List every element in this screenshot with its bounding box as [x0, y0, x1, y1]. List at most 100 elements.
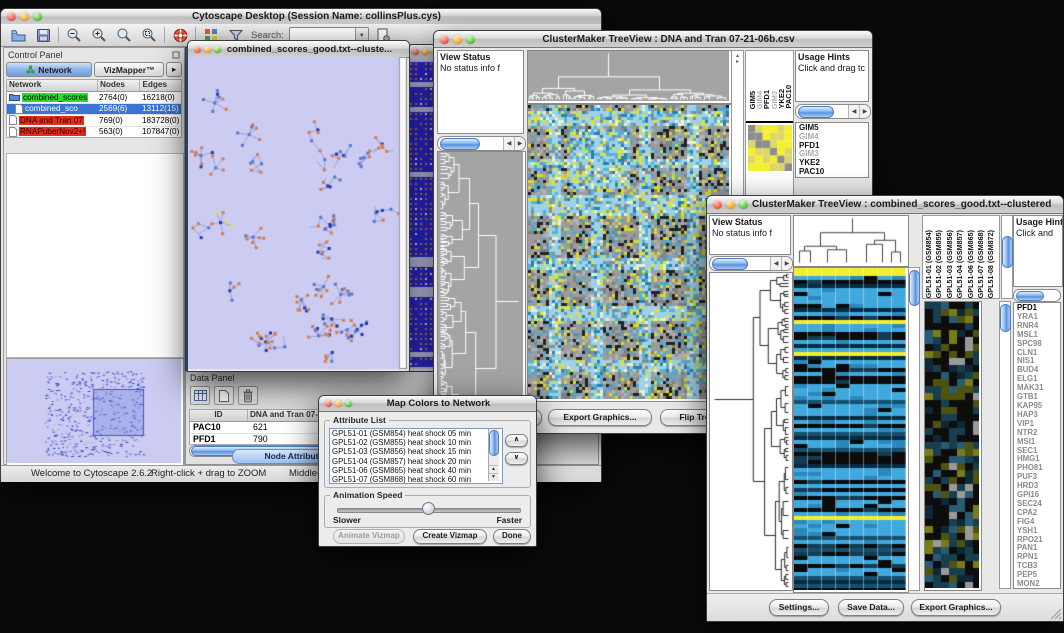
close-icon[interactable] [440, 35, 449, 44]
minimize-icon[interactable] [20, 12, 29, 21]
heatmap-canvas[interactable] [528, 105, 729, 399]
scroll-left-icon[interactable]: ◀ [770, 257, 781, 270]
treeview1-titlebar[interactable]: ClusterMaker TreeView : DNA and Tran 07-… [434, 31, 872, 48]
attribute-item[interactable]: GPL51-01 (GSM854) heat shock 05 min [332, 429, 502, 438]
treeview1-gene-dendrogram[interactable] [437, 151, 526, 429]
zoom-out-icon[interactable] [64, 26, 84, 45]
birdseye-view[interactable] [6, 358, 184, 466]
scroll-down-icon[interactable]: ▼ [489, 473, 498, 481]
scrollbar-thumb[interactable] [909, 270, 920, 306]
gene-list-item[interactable]: MON2 [1017, 580, 1058, 589]
attribute-item[interactable]: GPL51-02 (GSM855) heat shock 10 min [332, 438, 502, 447]
dense-network-canvas[interactable] [409, 58, 433, 369]
minimize-icon[interactable] [422, 48, 429, 55]
treeview2-heatmap[interactable] [793, 267, 909, 593]
scroll-left-icon[interactable]: ◀ [848, 105, 859, 118]
close-icon[interactable] [412, 48, 419, 55]
dialog-titlebar[interactable]: Map Colors to Network [319, 396, 536, 412]
network-row[interactable]: DNA and Tran 07 769(0) 183728(0) [7, 115, 181, 127]
resize-grip-icon[interactable] [1050, 608, 1062, 620]
treeview2-heatmap-vscrollbar[interactable] [908, 267, 920, 591]
attribute-item[interactable]: GPL51-06 (GSM865) heat shock 40 min [332, 466, 502, 475]
zoom-fit-icon[interactable] [114, 26, 134, 45]
scroll-right-icon[interactable]: ▶ [514, 137, 525, 150]
tab-network[interactable]: Network [6, 62, 92, 77]
scroll-right-icon[interactable]: ▶ [859, 105, 870, 118]
scrollbar-thumb[interactable] [440, 138, 480, 150]
heatmap-canvas[interactable] [794, 268, 906, 590]
network-view-titlebar[interactable]: combined_scores_good.txt--cluste... [188, 41, 409, 58]
scroll-right-icon[interactable]: ▸ [732, 59, 743, 65]
treeview1-array-dendrogram[interactable] [527, 50, 732, 104]
attribute-list-vscrollbar[interactable]: ▲ ▼ [488, 429, 499, 481]
minimize-icon[interactable] [453, 35, 462, 44]
close-icon[interactable] [325, 400, 332, 407]
scrollbar-thumb[interactable] [489, 430, 499, 456]
treeview2-zoom-heatmap[interactable] [924, 301, 982, 591]
network-view-canvas[interactable] [188, 57, 407, 369]
minimize-icon[interactable] [204, 46, 211, 53]
zoom-window-icon[interactable] [466, 35, 475, 44]
col-header-edges[interactable]: Edges [140, 80, 181, 91]
done-button[interactable]: Done [493, 529, 531, 544]
scroll-left-icon[interactable]: ◀ [503, 137, 514, 150]
float-panel-icon[interactable] [172, 51, 180, 59]
gene-dendrogram-canvas[interactable] [710, 273, 790, 588]
zoom-selected-icon[interactable] [139, 26, 159, 45]
close-icon[interactable] [713, 200, 722, 209]
col-header-id[interactable]: ID [190, 410, 248, 421]
move-down-button[interactable]: ∨ [505, 452, 528, 465]
scroll-up-icon[interactable]: ▴ [732, 51, 743, 59]
animate-vizmap-button[interactable]: Animate Vizmap [333, 529, 405, 544]
zoom-in-icon[interactable] [89, 26, 109, 45]
select-attributes-button[interactable] [190, 386, 210, 405]
zoom-window-icon[interactable] [345, 400, 352, 407]
treeview1-usage-hscrollbar[interactable]: ◀ ▶ [795, 104, 871, 119]
new-attribute-button[interactable] [214, 386, 234, 405]
array-dendrogram-canvas[interactable] [794, 216, 906, 264]
move-up-button[interactable]: ∧ [505, 434, 528, 447]
zoom-window-icon[interactable] [214, 46, 221, 53]
minimize-icon[interactable] [726, 200, 735, 209]
zoom-heatmap-canvas[interactable] [925, 302, 979, 588]
treeview2-hscrollbar[interactable]: ◀ ▶ [709, 256, 793, 271]
open-file-button[interactable] [8, 26, 28, 45]
tab-overflow-button[interactable]: ▸ [166, 62, 182, 77]
scrollbar-thumb[interactable] [712, 258, 748, 270]
col-header-network[interactable]: Network [7, 80, 98, 91]
save-button[interactable] [33, 26, 53, 45]
scroll-up-icon[interactable]: ▲ [489, 465, 498, 473]
birdseye-canvas[interactable] [7, 359, 181, 463]
gene-dendrogram-canvas[interactable] [438, 152, 523, 426]
array-dendrogram-canvas[interactable] [528, 51, 729, 101]
export-graphics-button[interactable]: Export Graphics... [548, 409, 652, 426]
col-header-nodes[interactable]: Nodes [98, 80, 141, 91]
column-labels-vscrollbar[interactable] [1001, 215, 1013, 299]
tab-vizmapper[interactable]: VizMapper™ [94, 62, 164, 77]
treeview2-array-dendrogram[interactable] [793, 215, 909, 267]
scrollbar-thumb[interactable] [1016, 291, 1044, 301]
zoom-window-icon[interactable] [33, 12, 42, 21]
scrollbar-thumb[interactable] [1000, 304, 1011, 332]
network-row[interactable]: RNAPuberNov2+! 563(0) 107847(0) [7, 127, 181, 138]
treeview2-titlebar[interactable]: ClusterMaker TreeView : combined_scores_… [707, 196, 1063, 214]
network-row[interactable]: combined_scores 2764(0) 16218(0) [7, 92, 181, 104]
export-graphics-button[interactable]: Export Graphics... [911, 599, 1001, 616]
zoom-heatmap-vscrollbar[interactable] [999, 301, 1011, 589]
create-vizmap-button[interactable]: Create Vizmap [413, 529, 487, 544]
background-window-titlebar[interactable] [409, 45, 435, 59]
similarity-matrix-canvas[interactable] [748, 125, 792, 171]
scroll-right-icon[interactable]: ▶ [781, 257, 792, 270]
speed-slider-thumb[interactable] [422, 502, 435, 515]
background-network-window[interactable] [408, 44, 436, 372]
settings-button[interactable]: Settings... [769, 599, 829, 616]
close-icon[interactable] [7, 12, 16, 21]
minimize-icon[interactable] [335, 400, 342, 407]
zoom-window-icon[interactable] [739, 200, 748, 209]
delete-attribute-icon[interactable] [238, 386, 258, 405]
close-icon[interactable] [194, 46, 201, 53]
attribute-item[interactable]: GPL51-04 (GSM857) heat shock 20 min [332, 457, 502, 466]
treeview1-heatmap[interactable] [527, 104, 732, 402]
gene-list-item[interactable]: PAC10 [799, 168, 866, 177]
treeview1-hscrollbar[interactable]: ◀ ▶ [437, 136, 526, 151]
